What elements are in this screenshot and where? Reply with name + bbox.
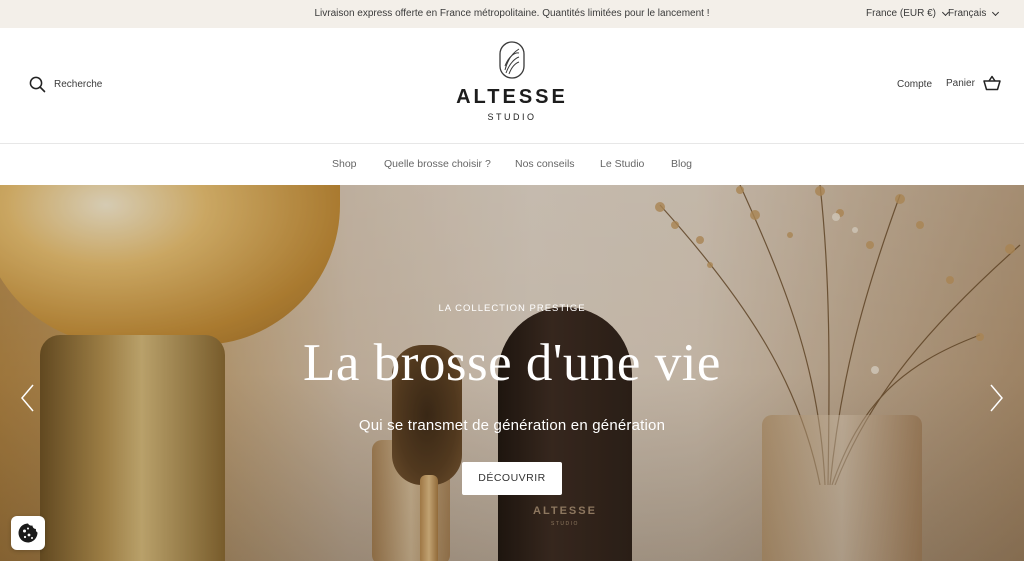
nav-item-nos-conseils[interactable]: Nos conseils xyxy=(515,145,575,185)
nav-item-le-studio[interactable]: Le Studio xyxy=(600,145,644,185)
logo-sub-text: STUDIO xyxy=(487,112,537,122)
account-link[interactable]: Compte xyxy=(897,79,932,90)
cookie-settings-button[interactable] xyxy=(11,516,45,550)
chevron-left-icon[interactable] xyxy=(18,383,38,413)
search-icon xyxy=(29,76,46,93)
announcement-bar: Livraison express offerte en France métr… xyxy=(0,0,1024,28)
hero-banner: ALTESSE STUDIO LA COLLECTION PRESTIGE La… xyxy=(0,185,1024,561)
nav-item-shop[interactable]: Shop xyxy=(332,145,357,185)
main-nav: Shop Quelle brosse choisir ? Nos conseil… xyxy=(0,145,1024,185)
country-selector[interactable]: France (EUR €) xyxy=(866,0,950,28)
chevron-down-icon xyxy=(992,8,1000,17)
nav-item-quelle-brosse[interactable]: Quelle brosse choisir ? xyxy=(384,145,491,185)
hero-subtitle: Qui se transmet de génération en générat… xyxy=(358,417,666,434)
language-selector[interactable]: Français xyxy=(948,0,1000,28)
hero-title: La brosse d'une vie xyxy=(303,334,721,392)
search-label: Recherche xyxy=(54,79,103,90)
cart-link[interactable]: Panier xyxy=(946,75,1001,91)
site-logo[interactable]: ALTESSE STUDIO xyxy=(452,40,572,122)
nav-item-blog[interactable]: Blog xyxy=(671,145,692,185)
search-button[interactable]: Recherche xyxy=(29,76,102,93)
discover-button[interactable]: DÉCOUVRIR xyxy=(462,462,562,495)
site-header: Recherche ALTESSE STUDIO Compte Panier xyxy=(0,28,1024,144)
logo-emblem-icon xyxy=(499,41,525,79)
cookie-icon xyxy=(18,523,38,543)
country-label: France (EUR €) xyxy=(866,8,937,19)
chevron-right-icon[interactable] xyxy=(986,383,1006,413)
language-label: Français xyxy=(948,8,987,19)
cart-label: Panier xyxy=(946,77,975,89)
hero-kicker: LA COLLECTION PRESTIGE xyxy=(438,303,586,314)
logo-brand-text: ALTESSE xyxy=(456,86,568,108)
basket-icon xyxy=(983,75,1001,91)
